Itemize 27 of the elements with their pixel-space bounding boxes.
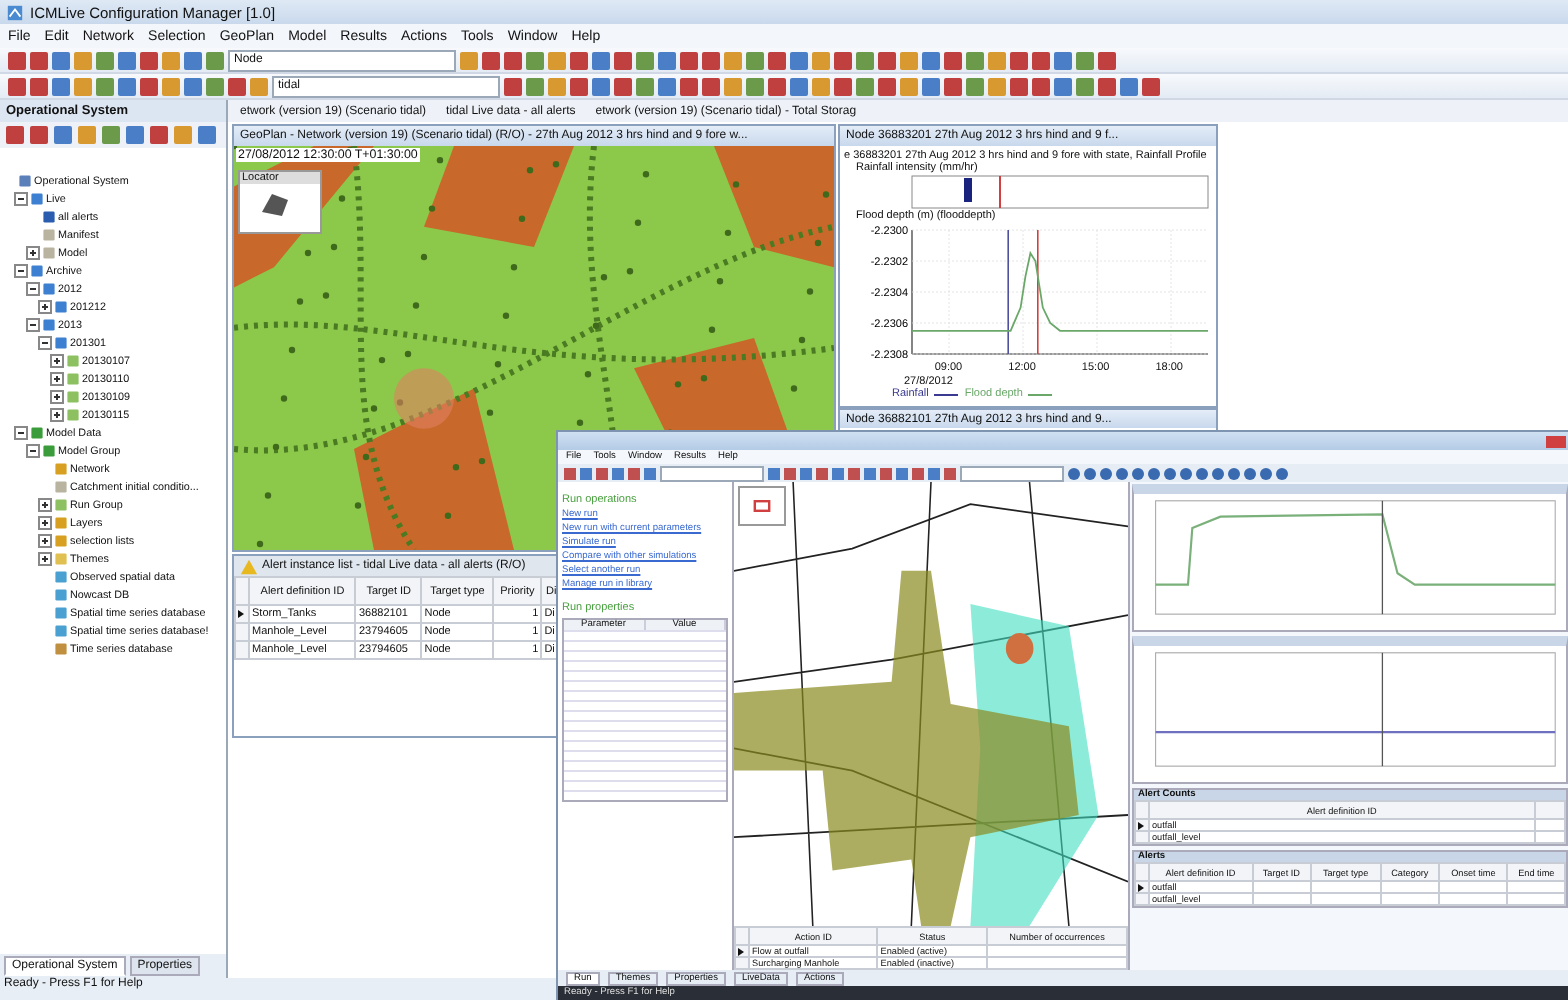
reference-line — [1007, 229, 1009, 355]
combo-box[interactable] — [960, 465, 1064, 481]
reference-line — [1037, 229, 1039, 355]
expander-box[interactable] — [26, 282, 40, 296]
expander-box[interactable] — [14, 426, 28, 440]
close-icon[interactable] — [1546, 435, 1566, 447]
expander-box[interactable] — [38, 516, 52, 530]
expander-box[interactable] — [50, 390, 64, 404]
app-icon — [6, 3, 24, 21]
row-pointer-icon — [238, 610, 244, 618]
expander-box[interactable] — [50, 408, 64, 422]
expander-box[interactable] — [14, 264, 28, 278]
y-axis — [911, 229, 913, 355]
warning-icon — [240, 557, 258, 575]
expander-box[interactable] — [38, 300, 52, 314]
expander-box[interactable] — [38, 336, 52, 350]
expander-box[interactable] — [38, 498, 52, 512]
expander-box[interactable] — [26, 444, 40, 458]
locator-map-icon — [750, 496, 774, 516]
expander-box[interactable] — [38, 534, 52, 548]
expander-box[interactable] — [50, 372, 64, 386]
expander-box[interactable] — [38, 552, 52, 566]
expander-box[interactable] — [14, 192, 28, 206]
expander-box[interactable] — [50, 354, 64, 368]
combo-box[interactable] — [660, 465, 764, 481]
expander-box[interactable] — [26, 318, 40, 332]
expander-box[interactable] — [26, 246, 40, 260]
